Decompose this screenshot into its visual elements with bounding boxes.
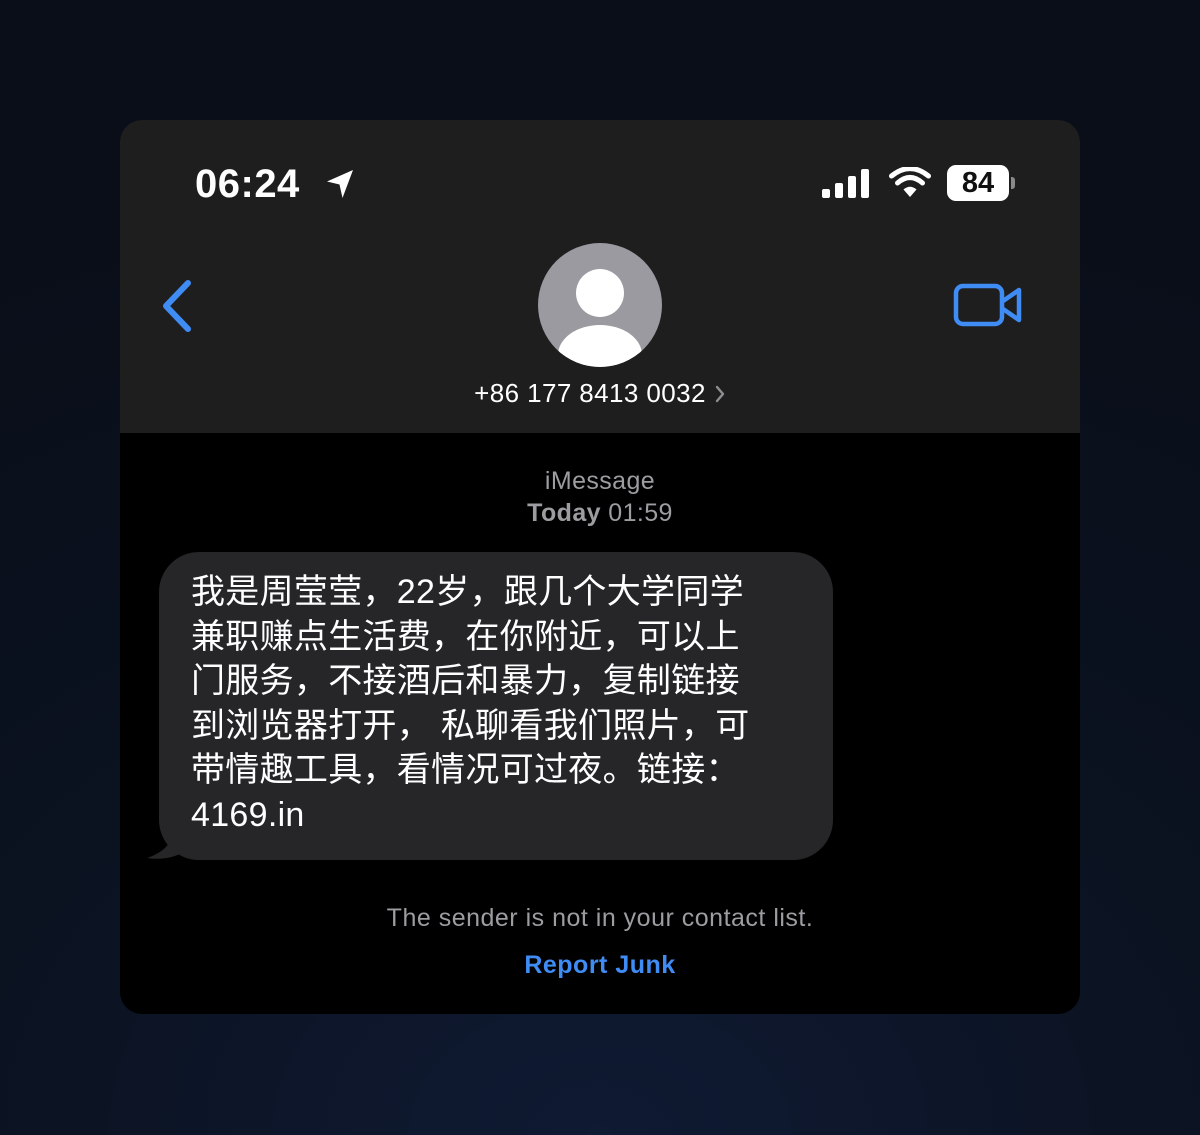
wifi-icon [889,167,931,197]
battery-level: 84 [947,165,1009,201]
timestamp-day: Today [527,499,601,527]
contact-name: +86 177 8413 0032 [474,378,706,408]
back-button[interactable] [158,278,198,334]
message-line: 兼职赚点生活费，在你附近，可以上 [191,617,740,656]
phone-screen: 06:24 84 +86 177 8413 0032 iMessage Toda… [120,120,1080,1014]
battery-tip [1011,177,1015,189]
service-label: iMessage [544,467,656,495]
message-bubble-container[interactable]: 我是周莹莹，22岁，跟几个大学同学 兼职赚点生活费，在你附近，可以上 门服务，不… [147,552,837,864]
video-call-button[interactable] [953,283,1023,327]
message-line: 到浏览器打开， 私聊看我们照片，可 [191,706,750,745]
message-line: 门服务，不接酒后和暴力，复制链接 [191,662,740,700]
location-arrow-icon [327,170,353,198]
message-timestamp: Today 01:59 [120,495,1080,531]
conversation-header: 06:24 84 +86 177 8413 0032 [120,120,1080,433]
unknown-sender-notice: The sender is not in your contact list. [386,904,814,932]
video-camera-icon [953,283,1022,327]
message-bubble[interactable]: 我是周莹莹，22岁，跟几个大学同学 兼职赚点生活费，在你附近，可以上 门服务，不… [159,552,833,860]
cellular-signal-icon [822,169,869,198]
contact-avatar[interactable] [538,243,662,367]
message-line: 带情趣工具，看情况可过夜。链接： [191,751,740,789]
report-junk-button[interactable]: Report Junk [120,947,1080,983]
timestamp-time: 01:59 [608,499,673,527]
chevron-right-icon [715,385,725,403]
message-link[interactable]: 4169.in [191,793,807,838]
status-time: 06:24 [195,162,300,206]
battery-icon: 84 [947,165,1017,201]
contact-name-button[interactable]: +86 177 8413 0032 [120,373,1080,413]
message-line: 我是周莹莹，22岁，跟几个大学同学 [191,573,744,611]
